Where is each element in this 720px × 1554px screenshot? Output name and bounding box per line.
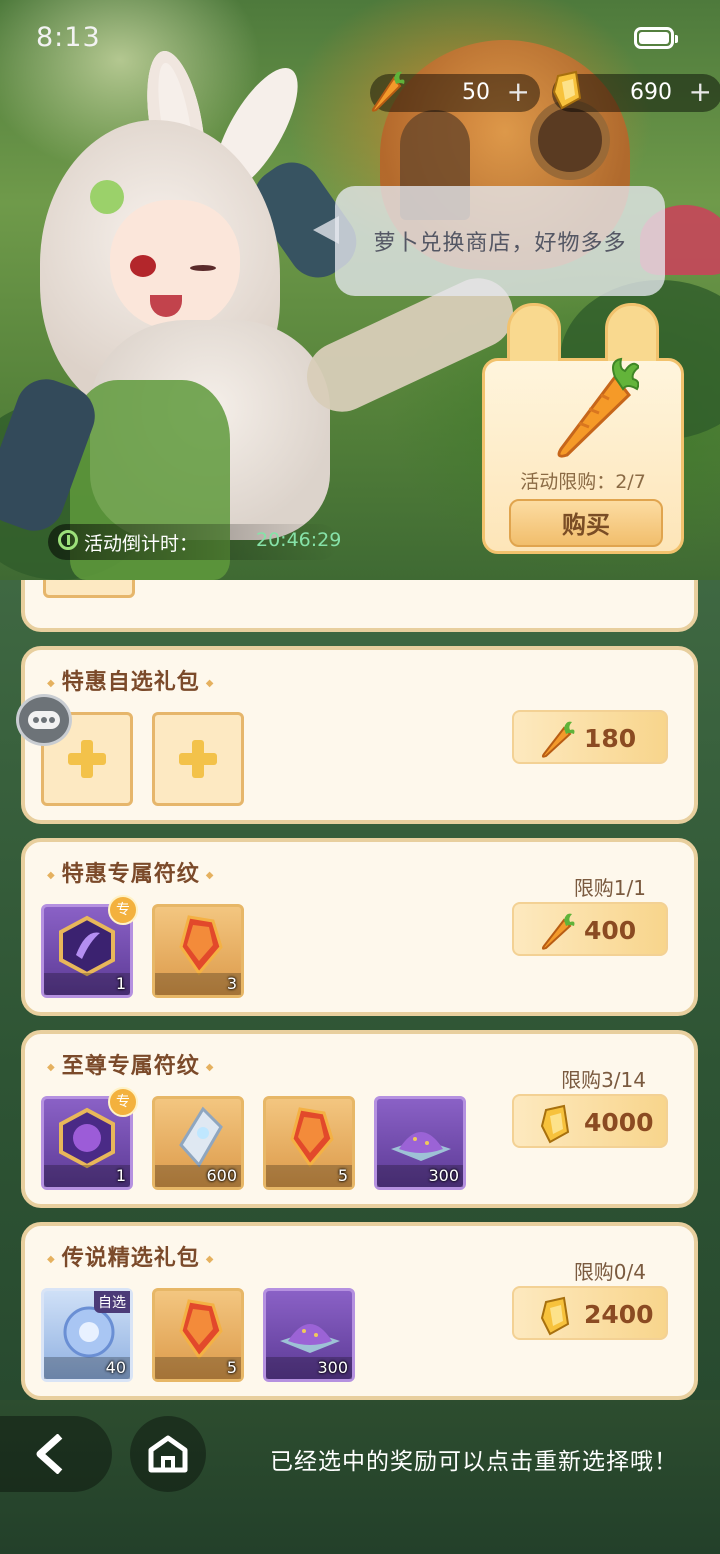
panel-title: 传说精选礼包	[47, 1240, 214, 1272]
add-carrot-button[interactable]: +	[507, 75, 530, 109]
item-count: 1	[115, 974, 126, 993]
panel-title: 至尊专属符纹	[47, 1048, 214, 1080]
carrot-icon	[536, 718, 576, 766]
price-value: 2400	[584, 1300, 654, 1329]
purple-dust-icon[interactable]: 300	[374, 1096, 466, 1190]
clover-hairpin	[90, 180, 124, 214]
gold-crystal-icon	[548, 68, 588, 118]
event-countdown: 活动倒计时： 20:46:29	[48, 524, 342, 560]
purple-rune-icon[interactable]: 1 专	[41, 1087, 138, 1190]
carrot-currency: 50 +	[370, 71, 540, 112]
self-select-tag: 自选	[94, 1291, 130, 1313]
home-icon	[148, 1435, 188, 1473]
gold-crystal-icon	[536, 1294, 576, 1344]
blue-orb-icon[interactable]: 自选 40	[41, 1288, 133, 1382]
hint-text: 已经选中的奖励可以点击重新选择哦！	[270, 1449, 678, 1475]
buy-button[interactable]: 购买	[509, 499, 663, 547]
purple-rune-icon[interactable]: 1 专	[41, 895, 138, 998]
panel-title: 特惠专属符纹	[47, 856, 214, 888]
item-count: 3	[226, 974, 237, 993]
countdown-label: 活动倒计时：	[84, 533, 199, 555]
purchase-limit: 限购3/14	[561, 1068, 646, 1092]
item-count: 1	[115, 1166, 126, 1185]
price-value: 180	[584, 724, 637, 753]
crystal-amount: 690	[630, 80, 672, 105]
carrot-offer-limit: 活动限购：2/7	[520, 471, 646, 493]
price-button[interactable]: 400	[512, 902, 668, 956]
shop-panel: 传说精选礼包 限购0/4 自选 40 5 300 2400	[21, 1222, 698, 1400]
carrot-icon	[366, 68, 406, 118]
exclusive-badge-icon: 专	[108, 895, 138, 925]
empty-slot[interactable]	[43, 580, 135, 598]
status-time: 8:13	[36, 22, 101, 53]
bottom-bar: 已经选中的奖励可以点击重新选择哦！	[0, 1400, 720, 1554]
item-count: 40	[105, 1358, 126, 1377]
carrot-icon	[536, 910, 576, 958]
item-count: 5	[337, 1166, 348, 1185]
carrot-offer-card: 活动限购：2/7 购买	[482, 303, 684, 554]
purple-dust-icon[interactable]: 300	[263, 1288, 355, 1382]
item-count: 600	[206, 1166, 237, 1185]
chat-button[interactable]	[16, 694, 72, 746]
orange-crystal-icon[interactable]: 5	[152, 1288, 244, 1382]
carrot-icon	[549, 353, 641, 467]
item-count: 5	[226, 1358, 237, 1377]
item-count: 300	[428, 1166, 459, 1185]
battery-icon	[634, 27, 678, 49]
shop-panel: 特惠自选礼包 180	[21, 646, 698, 824]
back-arrow-icon	[36, 1434, 63, 1474]
price-value: 4000	[584, 1108, 654, 1137]
back-button[interactable]	[0, 1416, 112, 1492]
shop-list[interactable]: 特惠自选礼包 180 特惠专属符纹 限购1/1 1 专 3	[0, 580, 720, 1400]
price-button[interactable]: 2400	[512, 1286, 668, 1340]
white-crystal-icon[interactable]: 600	[152, 1096, 244, 1190]
panel-title: 特惠自选礼包	[47, 664, 214, 696]
shop-panel: 至尊专属符纹 限购3/14 1 专 600 5 300 4000	[21, 1030, 698, 1208]
item-count: 300	[317, 1358, 348, 1377]
carrot-amount: 50	[462, 80, 490, 105]
exclusive-badge-icon: 专	[108, 1087, 138, 1117]
price-button[interactable]: 4000	[512, 1094, 668, 1148]
orange-crystal-icon[interactable]: 5	[263, 1096, 355, 1190]
crystal-currency: 690 +	[552, 70, 720, 112]
gold-crystal-icon	[536, 1102, 576, 1152]
shop-panel: 特惠专属符纹 限购1/1 1 专 3 400	[21, 838, 698, 1016]
price-button[interactable]: 180	[512, 710, 668, 764]
home-button[interactable]	[130, 1416, 206, 1492]
speech-bubble: 萝卜兑换商店，好物多多	[313, 186, 665, 296]
clock-icon	[58, 530, 78, 550]
orange-crystal-icon[interactable]: 3	[152, 904, 244, 998]
chat-bubble-icon	[28, 711, 60, 729]
add-crystal-button[interactable]: +	[689, 75, 712, 109]
purchase-limit: 限购1/1	[573, 876, 646, 900]
price-value: 400	[584, 916, 637, 945]
bunny-girl-character	[0, 46, 525, 580]
add-reward-slot[interactable]	[152, 712, 244, 806]
countdown-time: 20:46:29	[256, 529, 342, 551]
purchase-limit: 限购0/4	[573, 1260, 646, 1284]
shop-panel-partial	[21, 580, 698, 632]
